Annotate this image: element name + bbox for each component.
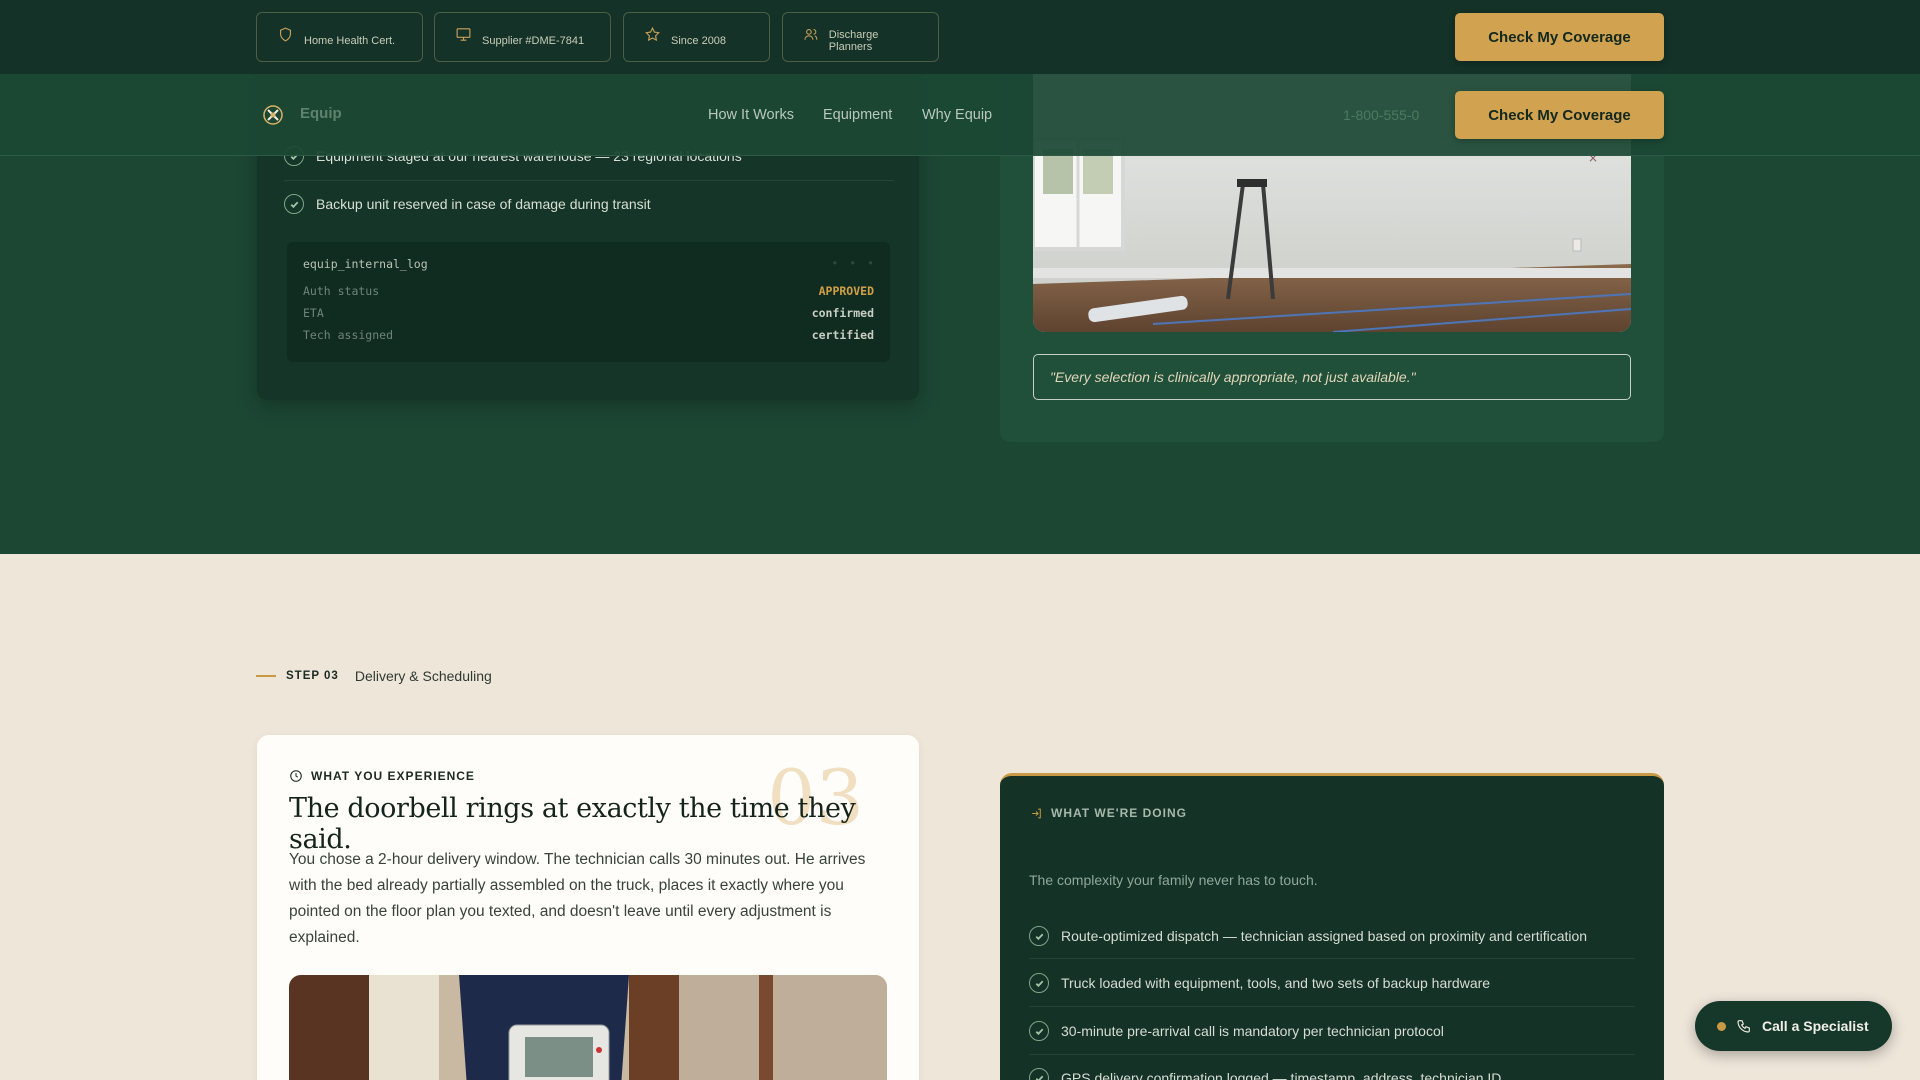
experience-heading: The doorbell rings at exactly the time t… (289, 793, 856, 855)
list-item: Route-optimized dispatch — technician as… (1029, 926, 1587, 946)
step-line (256, 675, 276, 677)
badge-since: Since 2008 (623, 12, 770, 62)
doing-card: WHAT WE'RE DOING The complexity your fam… (1000, 773, 1664, 1080)
check-icon (1029, 926, 1049, 946)
check-icon (284, 194, 304, 214)
nav-phone[interactable]: 1-800-555-0 (1343, 107, 1419, 123)
nav-why-equip[interactable]: Why Equip (922, 107, 992, 123)
internal-log-panel: equip_internal_log • • • Auth status APP… (287, 242, 890, 362)
check-icon (1029, 1068, 1049, 1080)
call-specialist-button[interactable]: Call a Specialist (1695, 1001, 1892, 1051)
nav-equipment[interactable]: Equipment (823, 107, 892, 123)
check-icon (1029, 973, 1049, 993)
star-icon (645, 26, 660, 41)
log-title: equip_internal_log (303, 257, 428, 271)
badge-supplier: Supplier #DME-7841 (434, 12, 611, 62)
check-icon (1029, 1021, 1049, 1041)
divider (1029, 958, 1635, 959)
check-coverage-button-top[interactable]: Check My Coverage (1455, 13, 1664, 61)
experience-kicker: WHAT YOU EXPERIENCE (289, 769, 475, 783)
logo-icon[interactable] (260, 102, 286, 128)
main-nav: Equip How It Works Equipment Why Equip 1… (0, 74, 1920, 156)
experience-body: You chose a 2-hour delivery window. The … (289, 851, 866, 946)
step-label: STEP 03 Delivery & Scheduling (256, 668, 492, 684)
users-icon (804, 28, 818, 40)
list-item: 30-minute pre-arrival call is mandatory … (1029, 1021, 1444, 1041)
list-item: Truck loaded with equipment, tools, and … (1029, 973, 1490, 993)
technician-photo (289, 975, 887, 1080)
brand-name[interactable]: Equip (300, 105, 342, 122)
doing-intro: The complexity your family never has to … (1029, 872, 1318, 888)
divider (284, 180, 894, 181)
monitor-icon (456, 27, 471, 41)
badge-home-health: Home Health Cert. (256, 12, 423, 62)
clock-icon (290, 770, 302, 782)
shield-icon (279, 27, 292, 42)
doing-kicker: WHAT WE'RE DOING (1030, 806, 1187, 820)
list-item: GPS delivery confirmation logged — times… (1029, 1068, 1501, 1080)
nav-how-it-works[interactable]: How It Works (708, 107, 794, 123)
login-arrow-icon (1032, 808, 1041, 818)
log-row: Tech assigned certified (303, 328, 874, 342)
step-03-section: STEP 03 Delivery & Scheduling 03 WHAT YO… (0, 554, 1920, 1080)
phone-icon (1737, 1020, 1750, 1033)
divider (1029, 1054, 1635, 1055)
experience-card: 03 WHAT YOU EXPERIENCE The doorbell ring… (257, 735, 919, 1080)
log-window-dots: • • • (831, 256, 876, 270)
quote-box: "Every selection is clinically appropria… (1033, 354, 1631, 400)
list-item: Backup unit reserved in case of damage d… (284, 194, 651, 214)
divider (1029, 1006, 1635, 1007)
trust-bar: Home Health Cert. Supplier #DME-7841 Sin… (0, 0, 1920, 74)
log-row: ETA confirmed (303, 306, 874, 320)
log-row: Auth status APPROVED (303, 284, 874, 298)
badge-discharge: Discharge Planners (782, 12, 939, 62)
check-coverage-button-nav[interactable]: Check My Coverage (1455, 91, 1664, 139)
status-dot (1717, 1021, 1726, 1031)
